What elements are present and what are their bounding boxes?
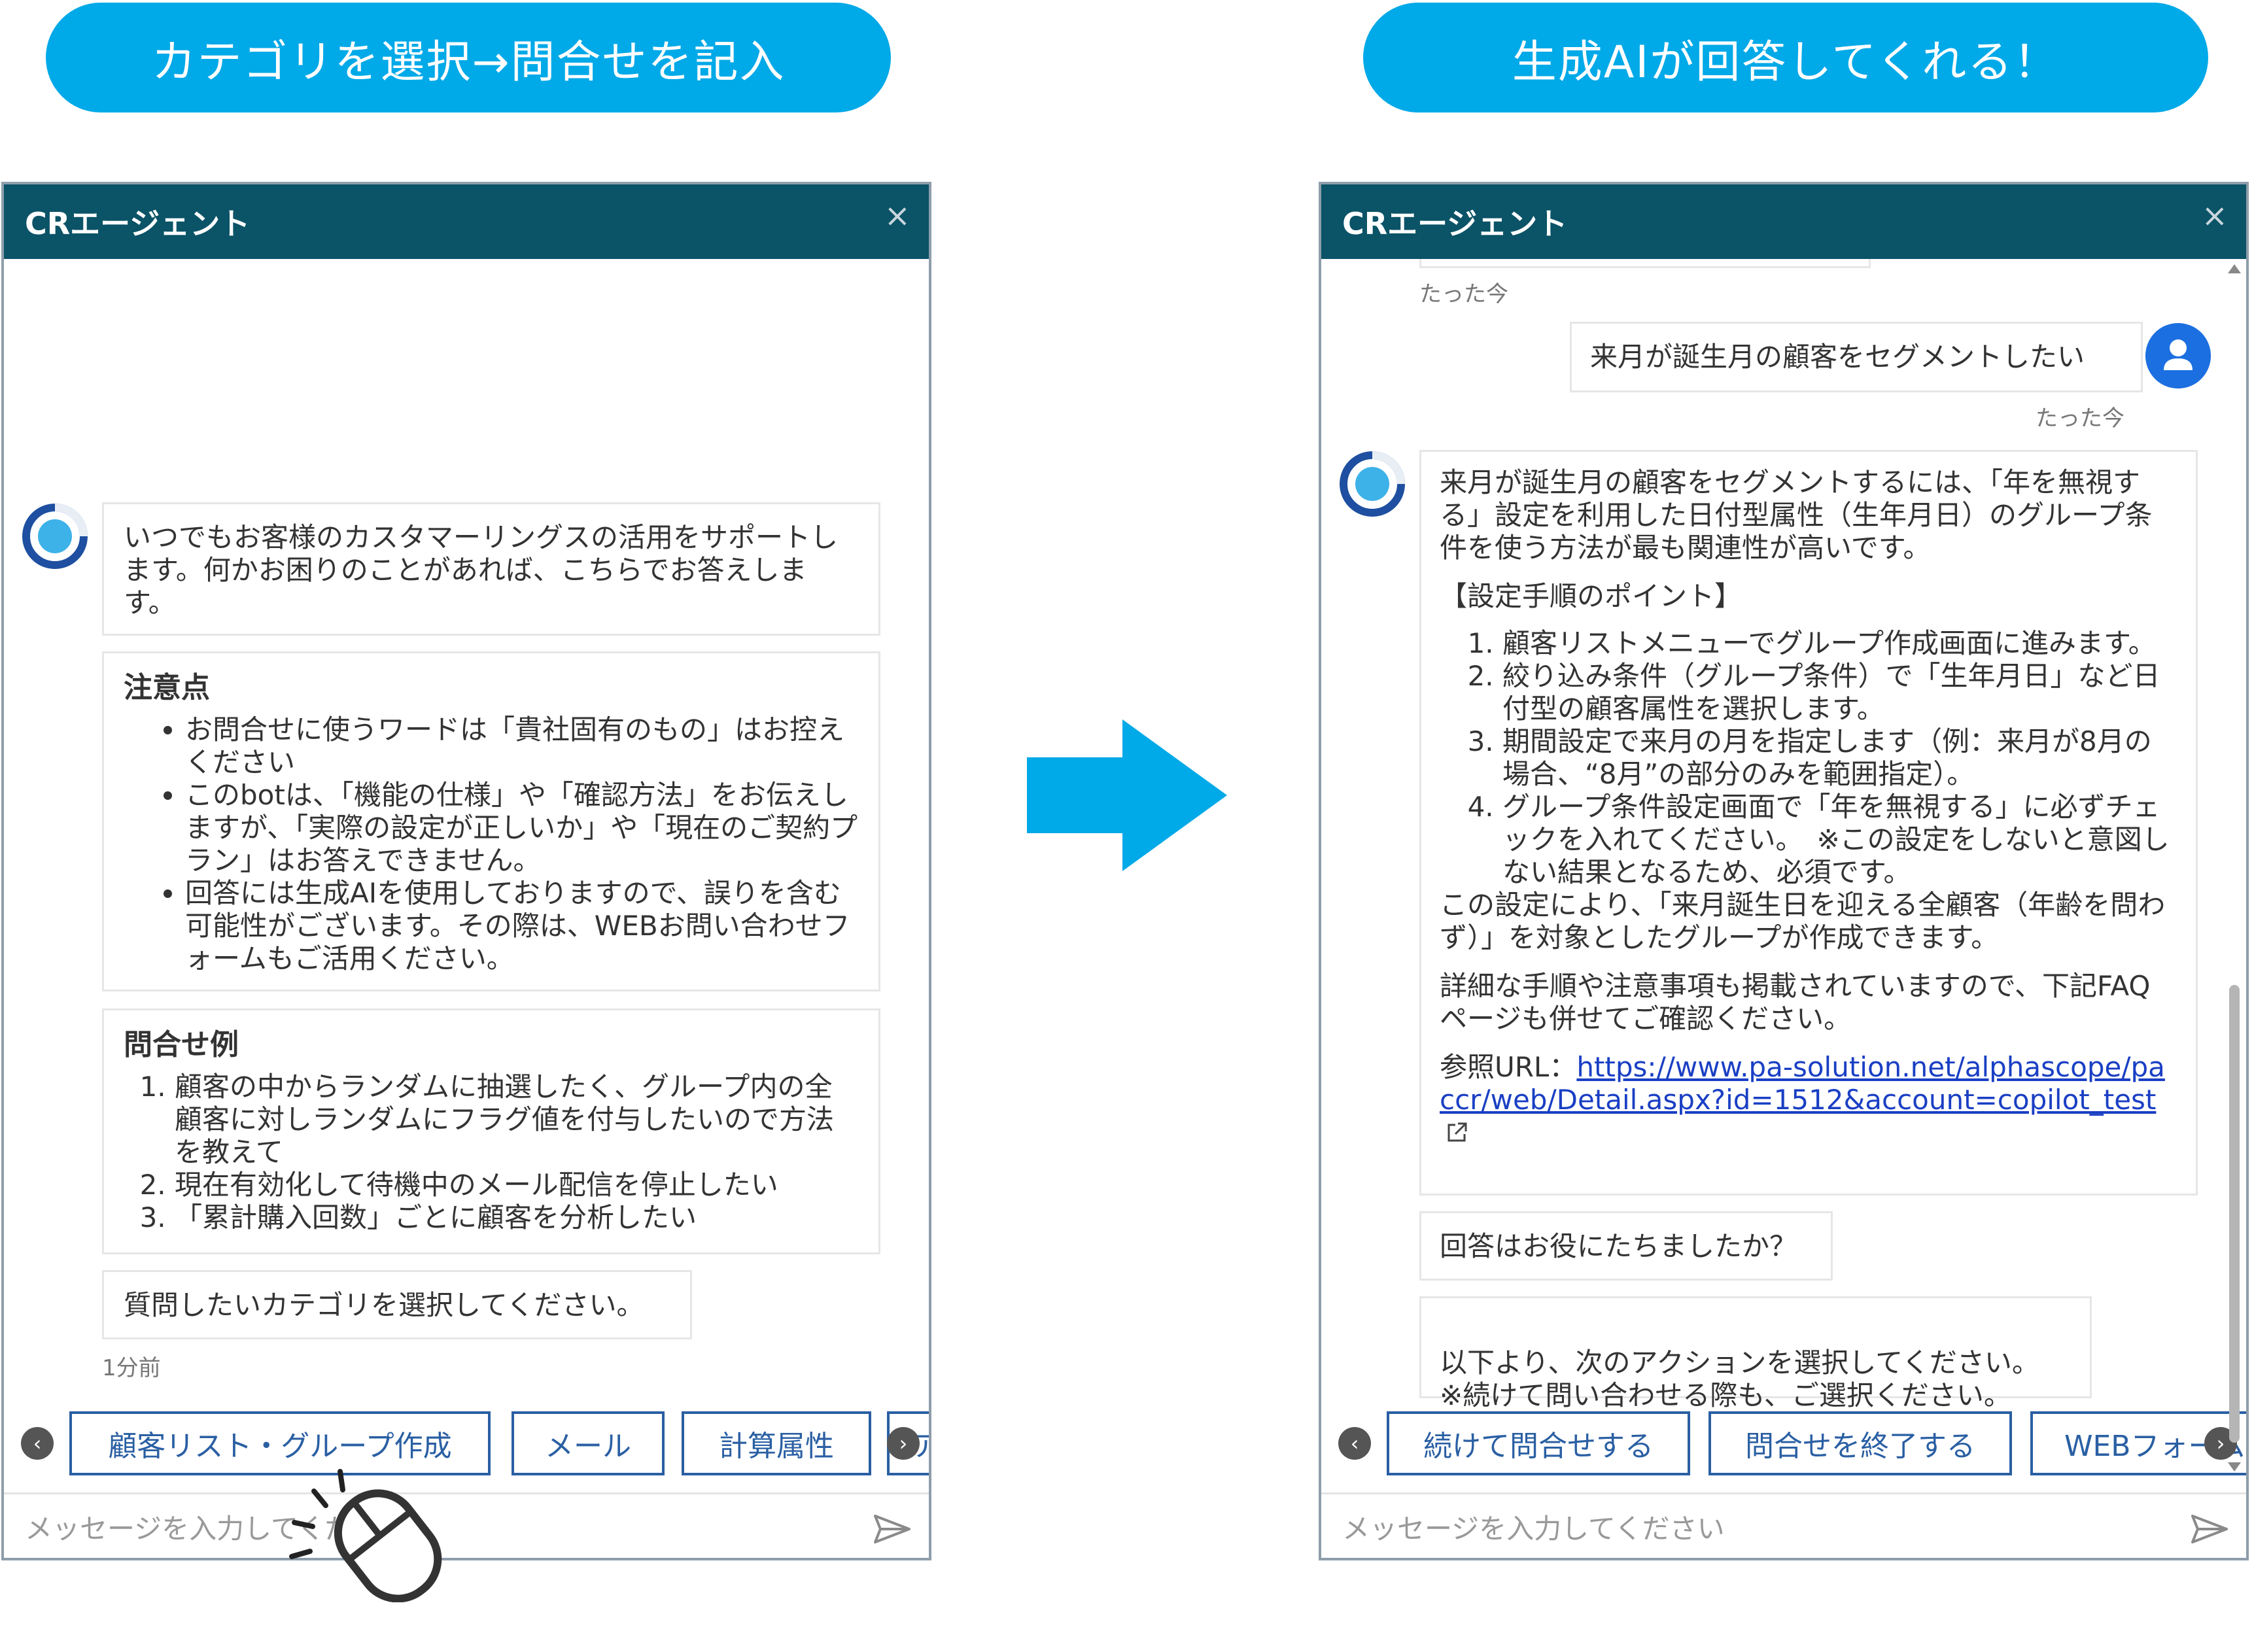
chat-window-left: CRエージェント × いつでもお客様のカスタマーリングスの活用をサポートします。… — [1, 182, 931, 1560]
message-input[interactable] — [1341, 1511, 2128, 1545]
banner-right-text: 生成AIが回答してくれる！ — [1512, 36, 2060, 88]
message-input-bar — [4, 1492, 929, 1558]
answer-intro: 来月が誕生月の顧客をセグメントするには、「年を無視する」設定を利用した日付型属性… — [1440, 466, 2153, 564]
list-item: 回答には生成AIを使用しておりますので、誤りを含む可能性がございます。その際は、… — [185, 877, 859, 975]
chat-header: CRエージェント × — [1321, 184, 2246, 259]
intro-message: いつでもお客様のカスタマーリングスの活用をサポートします。何かお困りのことがあれ… — [102, 502, 880, 636]
action-chips: ‹ 続けて問合せする 問合せを終了する WEBフォームよ › — [1321, 1411, 2246, 1483]
mouse-click-icon — [289, 1469, 442, 1602]
arrow-right-icon — [1027, 719, 1227, 871]
prompt-text: 質問したいカテゴリを選択してください。 — [124, 1289, 644, 1321]
helpful-question-message: 回答はお役にたちましたか？ — [1419, 1211, 1833, 1281]
chevron-left-icon[interactable]: ‹ — [1338, 1427, 1371, 1460]
scroll-down-icon[interactable] — [2228, 1462, 2241, 1471]
prompt-message: 質問したいカテゴリを選択してください。 — [102, 1270, 692, 1339]
answer-summary: この設定により、「来月誕生日を迎える全顧客（年齢を問わず）」を対象としたグループ… — [1440, 889, 2166, 954]
send-icon[interactable] — [874, 1515, 910, 1543]
list-item: 絞り込み条件（グループ条件）で「生年月日」など日付型の顧客属性を選択します。 — [1502, 660, 2177, 725]
message-input-bar — [1321, 1492, 2246, 1558]
chip-calc-attribute[interactable]: 計算属性 — [682, 1411, 871, 1475]
examples-list: 顧客の中からランダムに抽選したく、グループ内の全顧客に対しランダムにフラグ値を付… — [124, 1071, 859, 1234]
send-icon[interactable] — [2191, 1515, 2228, 1543]
scrollbar-thumb[interactable] — [2229, 985, 2240, 1443]
list-item: 期間設定で来月の月を指定します（例：来月が8月の場合、“8月”の部分のみを範囲指… — [1502, 725, 2177, 791]
previous-message-edge — [1419, 259, 1871, 268]
list-item: お問合せに使うワードは「貴社固有のもの」はお控えください — [185, 714, 859, 779]
chat-header: CRエージェント × — [4, 184, 929, 259]
next-action-message: 以下より、次のアクションを選択してください。 ※続けて問い合わせる際も、ご選択く… — [1419, 1296, 2092, 1411]
banner-select-category: カテゴリを選択→問合せを記入 — [46, 3, 891, 112]
banner-left-text: カテゴリを選択→問合せを記入 — [151, 36, 786, 88]
notes-list: お問合せに使うワードは「貴社固有のもの」はお控えください このbotは、「機能の… — [124, 714, 859, 975]
intro-text: いつでもお客様のカスタマーリングスの活用をサポートします。何かお困りのことがあれ… — [124, 521, 839, 619]
bot-avatar-icon — [1340, 451, 1405, 517]
chip-end-inquiry[interactable]: 問合せを終了する — [1708, 1411, 2012, 1475]
user-message: 来月が誕生月の顧客をセグメントしたい — [1570, 322, 2143, 392]
chevron-left-icon[interactable]: ‹ — [21, 1427, 54, 1460]
list-item: このbotは、「機能の仕様」や「確認方法」をお伝えしますが、「実際の設定が正しい… — [185, 779, 859, 877]
close-icon[interactable]: × — [884, 198, 910, 234]
scrollbar[interactable] — [2225, 259, 2244, 1482]
category-chips: ‹ 顧客リスト・グループ作成 メール 計算属性 ア › — [4, 1411, 929, 1483]
scroll-up-icon[interactable] — [2228, 264, 2241, 273]
message-timestamp: 1分前 — [102, 1355, 161, 1381]
answer-points-heading: 【設定手順のポイント】 — [1440, 580, 1743, 612]
notes-heading: 注意点 — [124, 671, 210, 704]
answer-steps: 顧客リストメニューでグループ作成画面に進みます。 絞り込み条件（グループ条件）で… — [1440, 627, 2177, 889]
banner-ai-answers: 生成AIが回答してくれる！ — [1363, 3, 2208, 112]
chevron-right-icon[interactable]: › — [887, 1427, 920, 1460]
next-action-text: 以下より、次のアクションを選択してください。 ※続けて問い合わせる際も、ご選択く… — [1440, 1347, 2039, 1411]
examples-message: 問合せ例 顧客の中からランダムに抽選したく、グループ内の全顧客に対しランダムにフ… — [102, 1008, 880, 1254]
close-icon[interactable]: × — [2202, 198, 2228, 234]
chat-window-right: CRエージェント × たった今 来月が誕生月の顧客をセグメントしたい たった今 … — [1319, 182, 2249, 1560]
user-message-text: 来月が誕生月の顧客をセグメントしたい — [1590, 341, 2085, 373]
external-link-icon[interactable] — [1445, 1121, 1468, 1144]
chat-title: CRエージェント — [1342, 206, 1568, 241]
notes-message: 注意点 お問合せに使うワードは「貴社固有のもの」はお控えください このbotは、… — [102, 651, 880, 991]
chat-title: CRエージェント — [25, 206, 251, 241]
list-item: 現在有効化して待機中のメール配信を停止したい — [175, 1169, 859, 1201]
list-item: 顧客リストメニューでグループ作成画面に進みます。 — [1502, 627, 2177, 660]
list-item: グループ条件設定画面で「年を無視する」に必ずチェックを入れてください。 ※この設… — [1502, 791, 2177, 889]
ai-answer-message: 来月が誕生月の顧客をセグメントするには、「年を無視する」設定を利用した日付型属性… — [1419, 450, 2198, 1196]
helpful-text: 回答はお役にたちましたか？ — [1440, 1230, 1797, 1262]
list-item: 顧客の中からランダムに抽選したく、グループ内の全顧客に対しランダムにフラグ値を付… — [175, 1071, 859, 1169]
message-timestamp: たった今 — [1419, 281, 1508, 307]
chip-continue-inquiry[interactable]: 続けて問合せする — [1387, 1411, 1690, 1475]
chip-mail[interactable]: メール — [511, 1411, 665, 1475]
bot-avatar-icon — [22, 504, 88, 569]
reference-label: 参照URL： — [1440, 1051, 1577, 1083]
message-timestamp: たった今 — [2036, 405, 2124, 432]
list-item: 「累計購入回数」ごとに顧客を分析したい — [175, 1201, 859, 1234]
answer-reference: 参照URL：https://www.pa-solution.net/alphas… — [1440, 1051, 2177, 1149]
examples-heading: 問合せ例 — [124, 1028, 239, 1061]
user-avatar-icon — [2145, 323, 2211, 388]
answer-faq-note: 詳細な手順や注意事項も掲載されていますので、下記FAQページも併せてご確認くださ… — [1440, 970, 2151, 1035]
